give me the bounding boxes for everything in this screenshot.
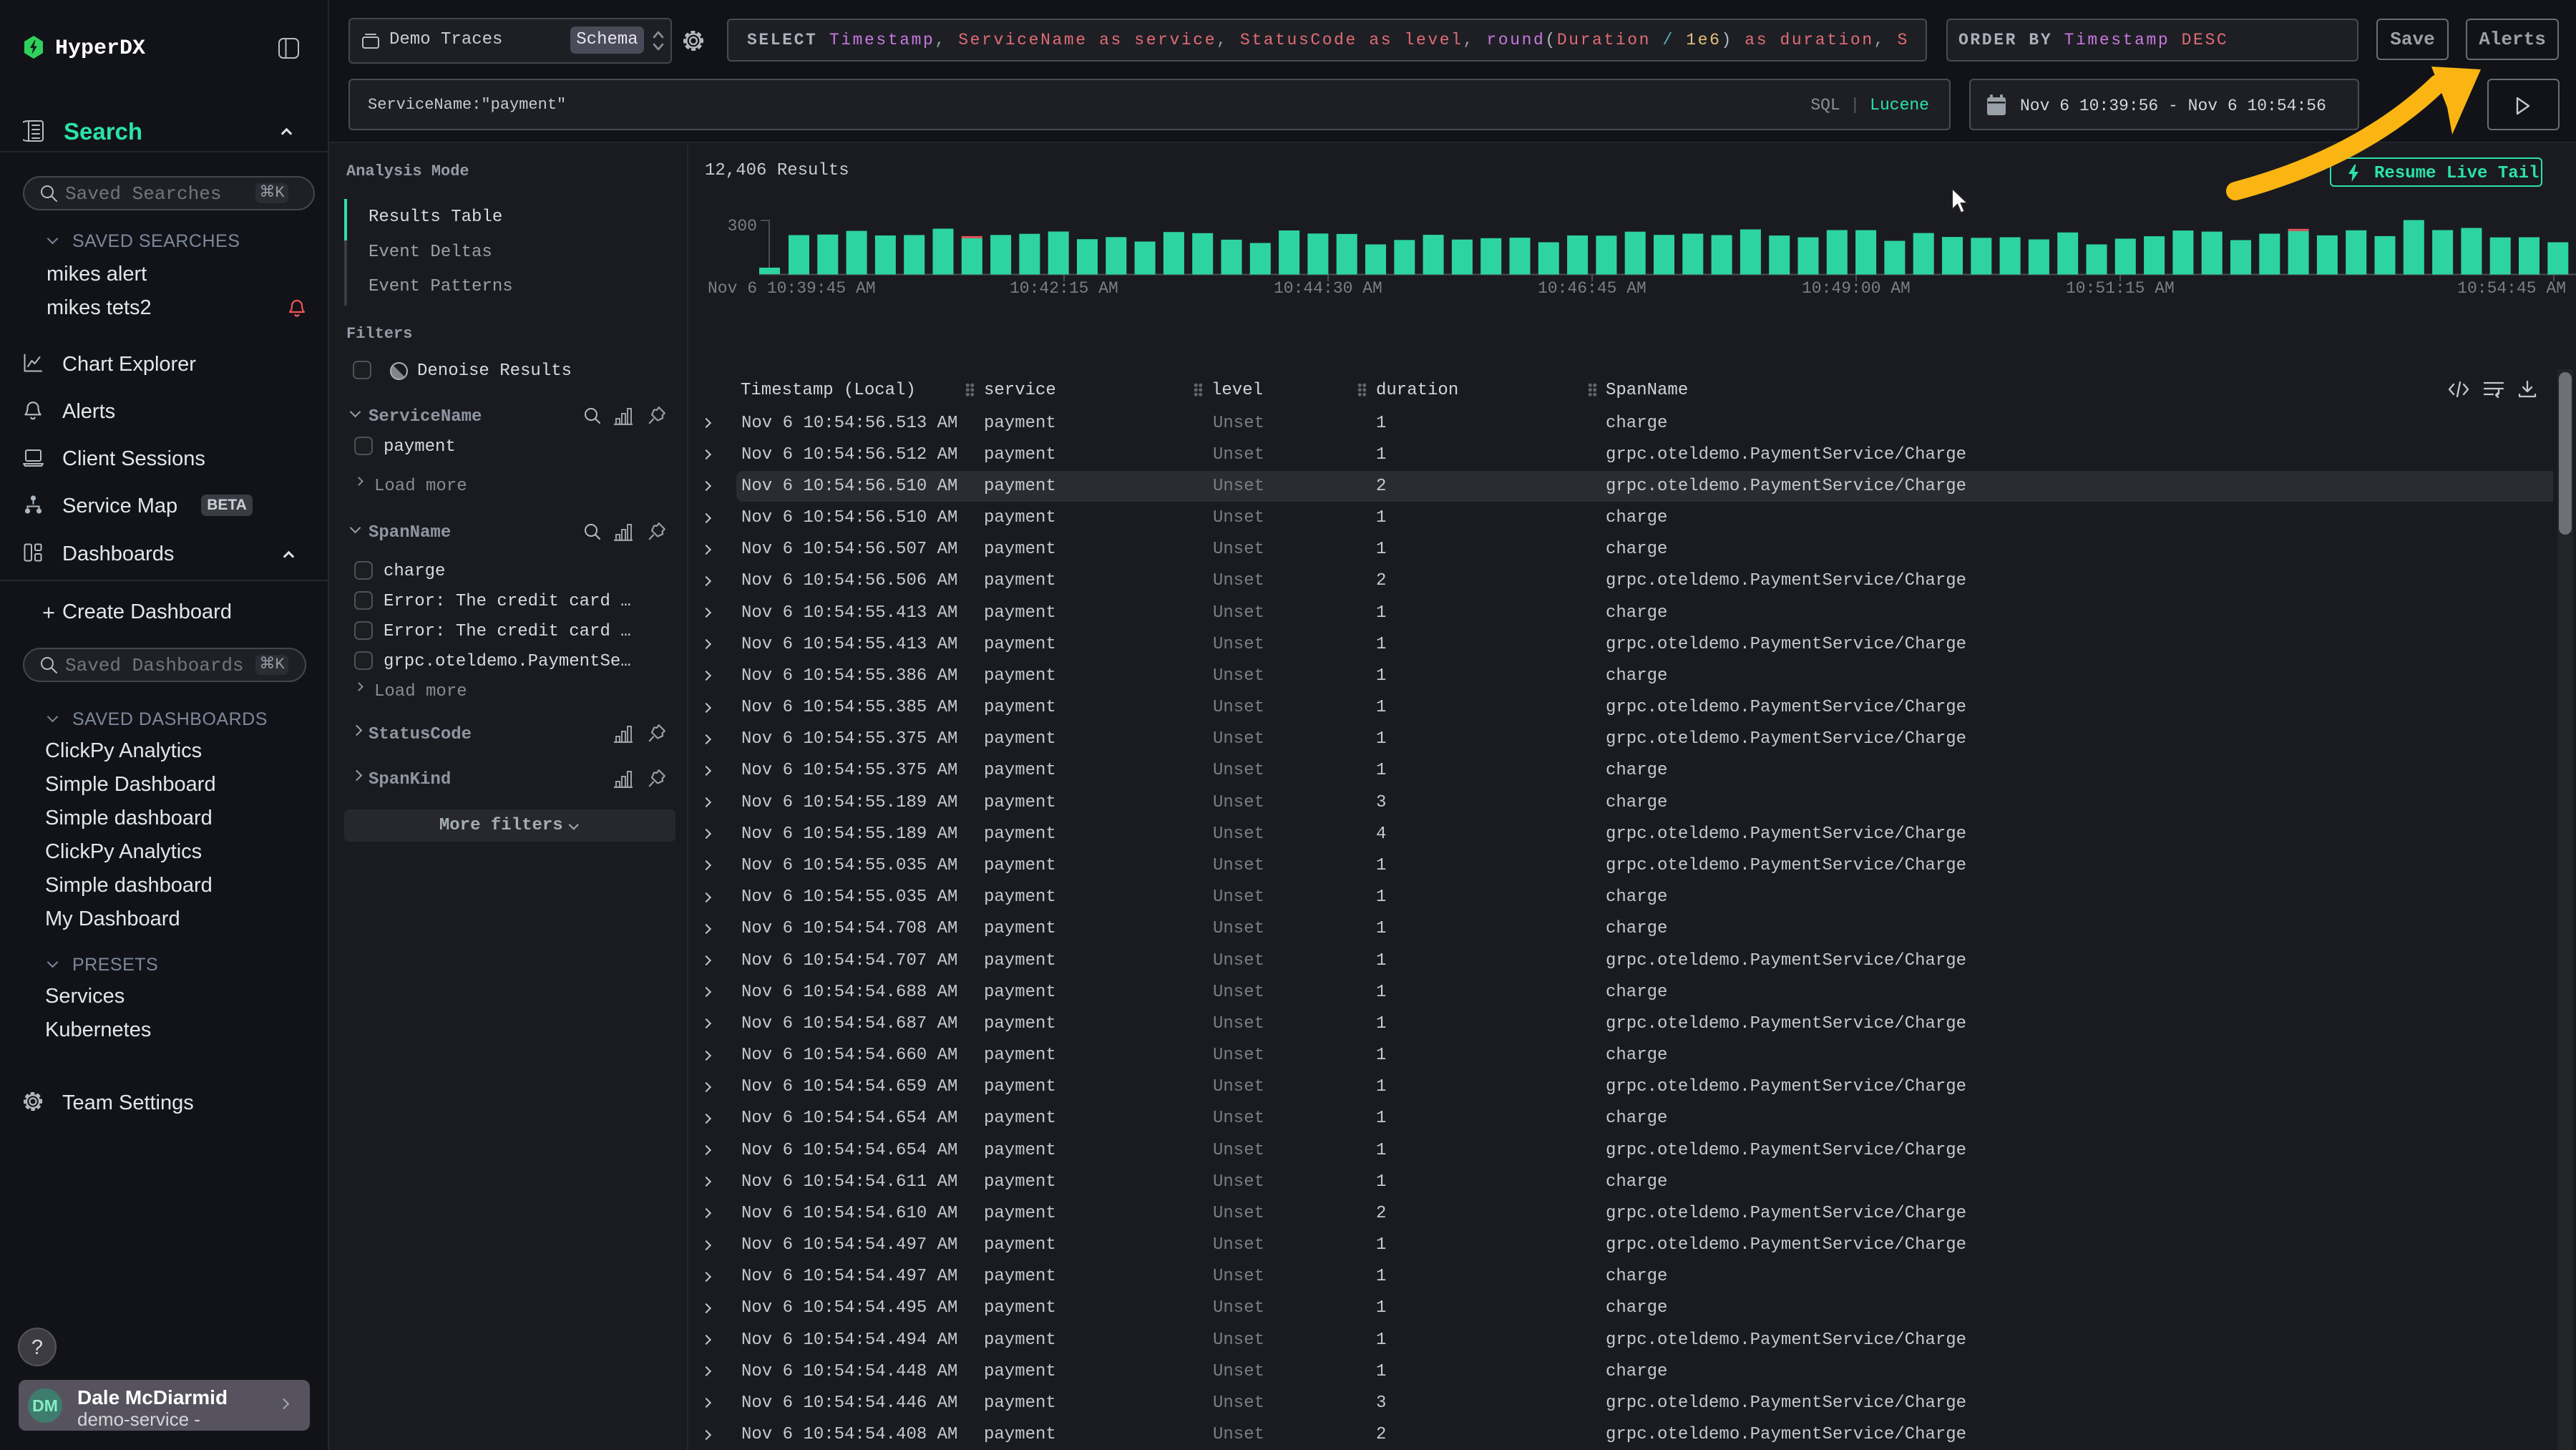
svg-text:300: 300: [728, 217, 757, 235]
